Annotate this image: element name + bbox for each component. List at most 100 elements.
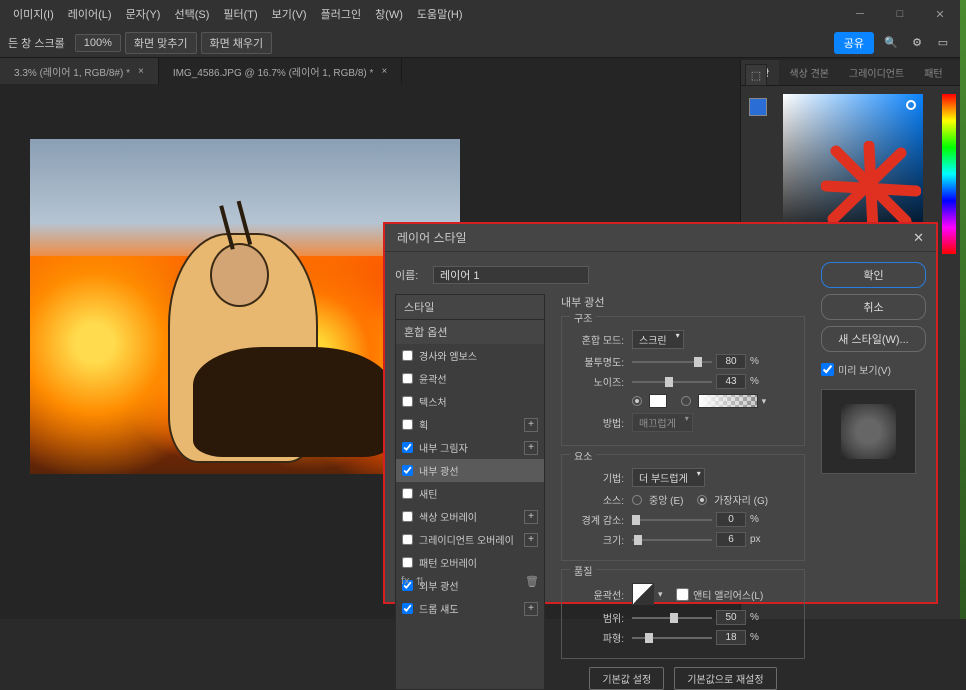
gradient-radio[interactable] <box>681 396 691 406</box>
noise-input[interactable] <box>716 374 746 389</box>
size-slider[interactable] <box>632 539 712 541</box>
source-center-radio[interactable] <box>632 495 642 505</box>
opacity-input[interactable] <box>716 354 746 369</box>
effect-gradient-overlay[interactable]: 그레이디언트 오버레이+ <box>396 528 544 551</box>
effect-checkbox[interactable] <box>402 373 413 384</box>
glow-color-chip[interactable] <box>649 394 667 408</box>
jitter-slider[interactable] <box>632 637 712 639</box>
preview-thumbnail <box>821 389 916 474</box>
choke-slider[interactable] <box>632 519 712 521</box>
tab-document-1[interactable]: 3.3% (레이어 1, RGB/8#) * × <box>0 58 159 84</box>
effect-inner-glow[interactable]: 내부 광선 <box>396 459 544 482</box>
effect-drop-shadow[interactable]: 드롭 섀도+ <box>396 597 544 620</box>
search-icon[interactable]: 🔍 <box>882 34 900 52</box>
menu-view[interactable]: 보기(V) <box>265 6 314 22</box>
effect-checkbox[interactable] <box>402 442 413 453</box>
source-edge-radio[interactable] <box>697 495 707 505</box>
effect-checkbox[interactable] <box>402 534 413 545</box>
preview-checkbox[interactable] <box>821 363 834 376</box>
fill-screen-button[interactable]: 화면 채우기 <box>201 32 273 54</box>
menu-window[interactable]: 창(W) <box>368 6 410 22</box>
minimize-button[interactable]: ─ <box>840 0 880 28</box>
foreground-color-swatch[interactable] <box>749 98 767 116</box>
color-cursor-icon <box>906 100 916 110</box>
settings-icon[interactable]: ⚙ <box>908 34 926 52</box>
range-slider[interactable] <box>632 617 712 619</box>
menu-type[interactable]: 문자(Y) <box>119 6 168 22</box>
blend-mode-dropdown[interactable]: 스크린 <box>632 330 684 349</box>
add-icon[interactable]: + <box>524 533 538 547</box>
effect-checkbox[interactable] <box>402 488 413 499</box>
close-icon[interactable]: ✕ <box>913 230 924 246</box>
effect-checkbox[interactable] <box>402 396 413 407</box>
fx-icon[interactable]: fx <box>401 575 410 588</box>
noise-slider[interactable] <box>632 381 712 383</box>
chevron-up-down-icon[interactable]: ⇅ <box>416 575 425 588</box>
set-default-button[interactable]: 기본값 설정 <box>589 667 664 690</box>
tab-document-2[interactable]: IMG_4586.JPG @ 16.7% (레이어 1, RGB/8) * × <box>159 58 402 84</box>
choke-input[interactable] <box>716 512 746 527</box>
close-icon[interactable]: × <box>138 66 144 77</box>
effect-texture[interactable]: 텍스처 <box>396 390 544 413</box>
reset-default-button[interactable]: 기본값으로 재설정 <box>674 667 776 690</box>
cancel-button[interactable]: 취소 <box>821 294 926 320</box>
effect-checkbox[interactable] <box>402 350 413 361</box>
menu-image[interactable]: 이미지(I) <box>6 6 61 22</box>
add-icon[interactable]: + <box>524 602 538 616</box>
antialias-checkbox[interactable] <box>676 588 689 601</box>
range-input[interactable] <box>716 610 746 625</box>
zoom-level[interactable]: 100% <box>75 34 121 52</box>
tab-patterns[interactable]: 패턴 <box>914 60 952 85</box>
add-icon[interactable]: + <box>524 441 538 455</box>
size-input[interactable] <box>716 532 746 547</box>
styles-header[interactable]: 스타일 <box>396 295 544 319</box>
jitter-input[interactable] <box>716 630 746 645</box>
maximize-button[interactable]: □ <box>880 0 920 28</box>
close-icon[interactable]: × <box>381 66 387 77</box>
contour-picker[interactable] <box>632 583 654 605</box>
menu-help[interactable]: 도움말(H) <box>410 6 470 22</box>
new-style-button[interactable]: 새 스타일(W)... <box>821 326 926 352</box>
trash-icon[interactable]: 🗑 <box>525 575 539 588</box>
workspace-icon[interactable]: ▭ <box>934 34 952 52</box>
tab-swatches[interactable]: 색상 견본 <box>779 60 839 85</box>
effect-checkbox[interactable] <box>402 419 413 430</box>
effect-inner-shadow[interactable]: 내부 그림자+ <box>396 436 544 459</box>
effect-contour[interactable]: 윤곽선 <box>396 367 544 390</box>
technique-dropdown[interactable]: 더 부드럽게 <box>632 468 705 487</box>
structure-section: 구조 혼합 모드:스크린 불투명도:% 노이즈:% ▾ 방법:매끄럽게 <box>561 316 805 446</box>
jitter-label: 파형: <box>572 630 624 645</box>
color-radio[interactable] <box>632 396 642 406</box>
layer-name-input[interactable] <box>433 266 589 284</box>
menu-plugin[interactable]: 플러그인 <box>314 6 368 22</box>
close-button[interactable]: ✕ <box>920 0 960 28</box>
tab-gradients[interactable]: 그레이디언트 <box>839 60 914 85</box>
method-dropdown[interactable]: 매끄럽게 <box>632 413 693 432</box>
effect-color-overlay[interactable]: 색상 오버레이+ <box>396 505 544 528</box>
add-icon[interactable]: + <box>524 418 538 432</box>
ok-button[interactable]: 확인 <box>821 262 926 288</box>
preview-label: 미리 보기(V) <box>838 362 891 377</box>
name-label: 이름: <box>395 267 433 283</box>
fit-screen-button[interactable]: 화면 맞추기 <box>125 32 197 54</box>
effect-stroke[interactable]: 획+ <box>396 413 544 436</box>
effect-settings: 내부 광선 구조 혼합 모드:스크린 불투명도:% 노이즈:% ▾ 방법:매끄럽… <box>555 294 811 690</box>
effect-checkbox[interactable] <box>402 465 413 476</box>
effect-satin[interactable]: 새틴 <box>396 482 544 505</box>
menu-filter[interactable]: 필터(T) <box>216 6 264 22</box>
blend-options-header[interactable]: 혼합 옵션 <box>396 319 544 344</box>
add-icon[interactable]: + <box>524 510 538 524</box>
menu-select[interactable]: 선택(S) <box>167 6 216 22</box>
scroll-all-label: 든 창 스크롤 <box>8 35 65 51</box>
hue-slider[interactable] <box>942 94 956 254</box>
effect-bevel[interactable]: 경사와 엠보스 <box>396 344 544 367</box>
glow-gradient-chip[interactable] <box>698 394 758 408</box>
dialog-titlebar[interactable]: 레이어 스타일 ✕ <box>385 224 936 252</box>
effect-checkbox[interactable] <box>402 557 413 568</box>
effect-checkbox[interactable] <box>402 603 413 614</box>
effect-checkbox[interactable] <box>402 511 413 522</box>
share-button[interactable]: 공유 <box>834 32 874 54</box>
menu-layer[interactable]: 레이어(L) <box>61 6 119 22</box>
3d-panel-icon[interactable]: ⬚ <box>745 64 767 86</box>
opacity-slider[interactable] <box>632 361 712 363</box>
